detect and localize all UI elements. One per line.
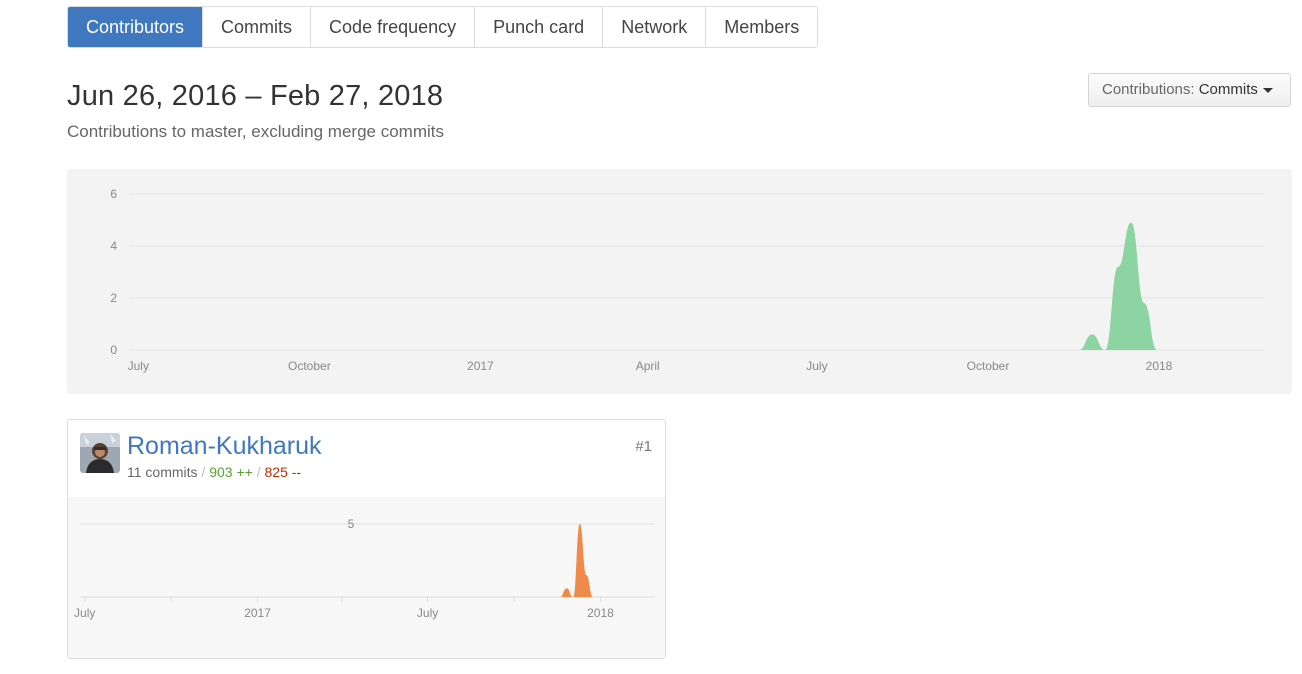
x-tick-label: July: [128, 359, 149, 373]
tab-contributors[interactable]: Contributors: [68, 7, 203, 47]
tab-members[interactable]: Members: [705, 7, 818, 47]
tab-commits[interactable]: Commits: [202, 7, 311, 47]
contributor-card: Roman-Kukharuk 11 commits / 903 ++ / 825…: [67, 419, 666, 659]
additions-count: 903 ++: [209, 464, 253, 480]
y-tick-label: 5: [348, 517, 355, 531]
contributor-chart: 5 July 2017 July 2018: [68, 497, 665, 658]
contributor-commits-area: [560, 524, 607, 597]
x-tick-label: 2018: [1146, 359, 1173, 373]
avatar[interactable]: [80, 433, 120, 473]
contributor-name-link[interactable]: Roman-Kukharuk: [127, 432, 322, 461]
stats-separator: /: [197, 464, 210, 480]
avatar-image: [80, 433, 120, 473]
y-tick-label: 0: [110, 343, 117, 357]
contributor-stats: 11 commits / 903 ++ / 825 --: [127, 464, 301, 480]
tab-code-frequency[interactable]: Code frequency: [310, 7, 475, 47]
stats-separator: /: [252, 464, 265, 480]
x-tick-label: 2017: [467, 359, 494, 373]
chart-subtitle: Contributions to master, excluding merge…: [67, 122, 444, 141]
x-tick-label: 2018: [587, 606, 614, 620]
y-tick-label: 6: [110, 187, 117, 201]
x-tick-label: October: [967, 359, 1010, 373]
x-tick-label: October: [288, 359, 331, 373]
caret-down-icon: [1262, 87, 1273, 93]
date-range-title: Jun 26, 2016 – Feb 27, 2018: [67, 80, 444, 112]
y-tick-label: 4: [110, 239, 117, 253]
y-tick-label: 2: [110, 291, 117, 305]
contributor-chart-svg: 5 July 2017 July 2018: [74, 517, 655, 620]
deletions-count: 825 --: [264, 464, 302, 480]
x-tick-label: April: [636, 359, 660, 373]
dropdown-value: Commits: [1198, 81, 1258, 98]
x-tick-label: July: [806, 359, 827, 373]
tab-network[interactable]: Network: [602, 7, 706, 47]
tab-punch-card[interactable]: Punch card: [474, 7, 603, 47]
contributor-header: Roman-Kukharuk 11 commits / 903 ++ / 825…: [68, 420, 665, 498]
x-tick-label: July: [417, 606, 438, 620]
graphs-tabs: Contributors Commits Code frequency Punc…: [67, 6, 819, 48]
contributions-type-dropdown[interactable]: Contributions: Commits: [1088, 73, 1291, 107]
x-tick-label: July: [74, 606, 95, 620]
contributor-rank: #1: [635, 438, 652, 455]
commit-count: 11 commits: [127, 464, 198, 480]
commits-area-series: [1079, 222, 1171, 350]
contributions-chart: 0 2 4 6 July October 2017 April July October 2018: [67, 169, 1292, 394]
x-tick-label: 2017: [244, 606, 271, 620]
dropdown-label: Contributions:: [1102, 81, 1199, 98]
contributions-chart-svg: 0 2 4 6 July October 2017 April July October 2018: [110, 187, 1265, 373]
